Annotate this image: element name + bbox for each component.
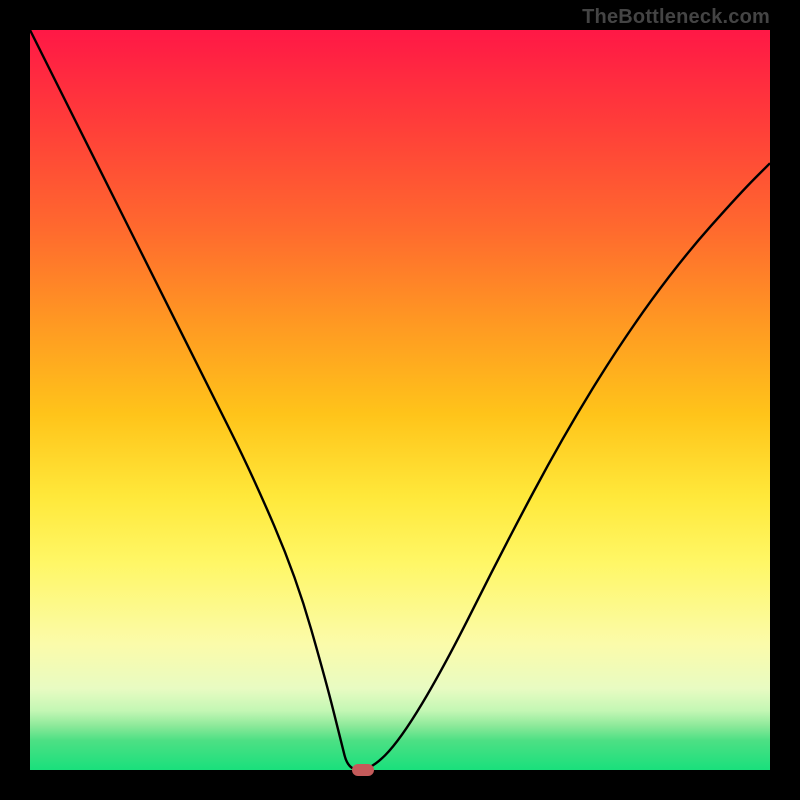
chart-container: TheBottleneck.com [0, 0, 800, 800]
source-watermark: TheBottleneck.com [582, 6, 770, 29]
optimal-marker [352, 764, 374, 776]
gradient-plot-area [30, 30, 770, 770]
